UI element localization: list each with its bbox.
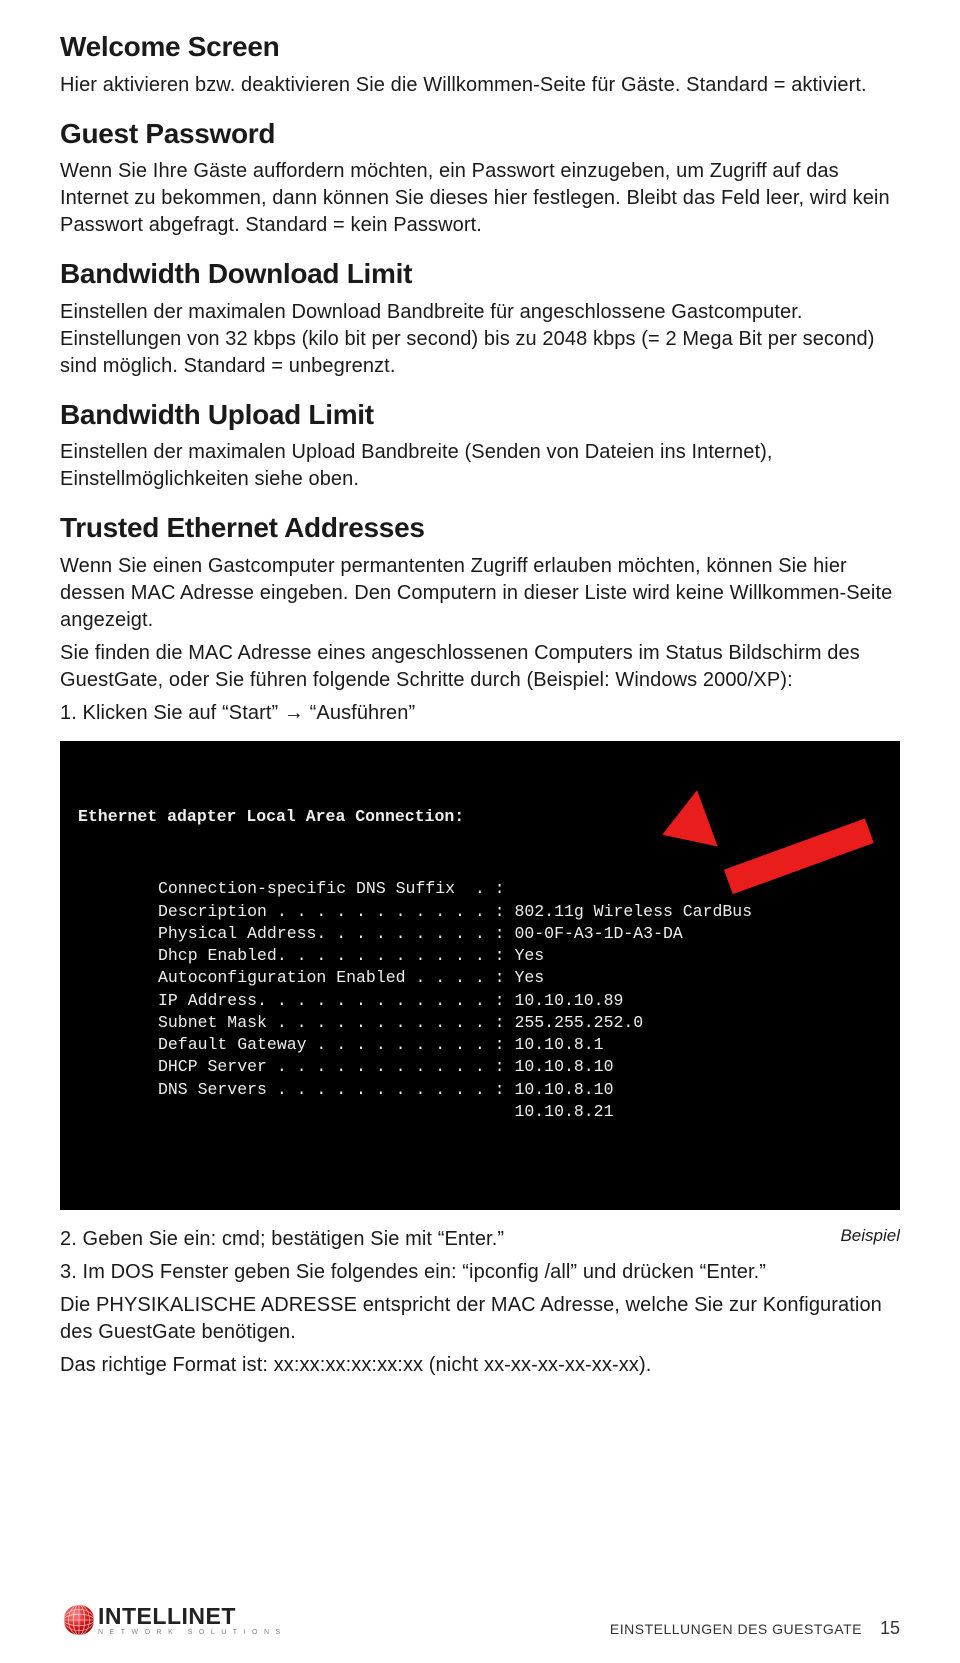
heading-bw-upload: Bandwidth Upload Limit: [60, 398, 900, 432]
logo-subtitle: NETWORK SOLUTIONS: [98, 1629, 287, 1636]
paragraph: Einstellen der maximalen Download Bandbr…: [60, 299, 900, 380]
terminal-line: DNS Servers . . . . . . . . . . . : 10.1…: [158, 1079, 882, 1101]
logo-name: INTELLINET: [98, 1605, 287, 1628]
paragraph: Sie finden die MAC Adresse eines angesch…: [60, 640, 900, 694]
paragraph: Die PHYSIKALISCHE ADRESSE entspricht der…: [60, 1292, 900, 1346]
terminal-line: IP Address. . . . . . . . . . . . : 10.1…: [158, 990, 882, 1012]
terminal-screenshot: Ethernet adapter Local Area Connection: …: [60, 741, 900, 1210]
footer-section: EINSTELLUNGEN DES GUESTGATE: [610, 1621, 862, 1637]
paragraph: Hier aktivieren bzw. deaktivieren Sie di…: [60, 72, 900, 99]
step2: 2. Geben Sie ein: cmd; bestätigen Sie mi…: [60, 1226, 900, 1253]
page-number: 15: [880, 1618, 900, 1639]
heading-trusted: Trusted Ethernet Addresses: [60, 511, 900, 545]
brand-logo: INTELLINET NETWORK SOLUTIONS: [60, 1601, 287, 1639]
globe-icon: [60, 1601, 98, 1639]
terminal-line: Default Gateway . . . . . . . . . : 10.1…: [158, 1034, 882, 1056]
heading-bw-download: Bandwidth Download Limit: [60, 257, 900, 291]
paragraph: Einstellen der maximalen Upload Bandbrei…: [60, 439, 900, 493]
step1: 1. Klicken Sie auf “Start” → “Ausführen”: [60, 700, 900, 727]
paragraph: Wenn Sie einen Gastcomputer permantenten…: [60, 553, 900, 634]
paragraph: Das richtige Format ist: xx:xx:xx:xx:xx:…: [60, 1352, 900, 1379]
terminal-line: 10.10.8.21: [158, 1101, 882, 1123]
paragraph: Wenn Sie Ihre Gäste auffordern möchten, …: [60, 158, 900, 239]
terminal-line: Dhcp Enabled. . . . . . . . . . . : Yes: [158, 945, 882, 967]
heading-welcome: Welcome Screen: [60, 30, 900, 64]
terminal-line: Autoconfiguration Enabled . . . . : Yes: [158, 967, 882, 989]
example-caption: Beispiel: [840, 1226, 900, 1246]
terminal-line: Subnet Mask . . . . . . . . . . . : 255.…: [158, 1012, 882, 1034]
heading-guest-password: Guest Password: [60, 117, 900, 151]
page-footer: INTELLINET NETWORK SOLUTIONS EINSTELLUNG…: [0, 1601, 960, 1639]
terminal-line: DHCP Server . . . . . . . . . . . : 10.1…: [158, 1056, 882, 1078]
step3: 3. Im DOS Fenster geben Sie folgendes ei…: [60, 1259, 900, 1286]
